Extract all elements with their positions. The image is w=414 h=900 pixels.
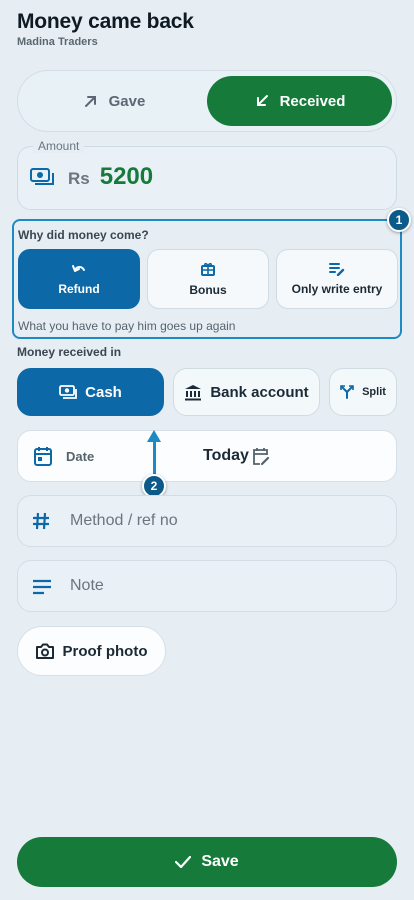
payment-mode-label: Money received in [17, 345, 122, 359]
reason-label: Why did money come? [18, 228, 149, 242]
page-title: Money came back [17, 10, 194, 33]
note-input[interactable]: Note [17, 560, 397, 612]
payment-bank-label: Bank account [210, 383, 309, 401]
payment-cash-label: Cash [85, 383, 122, 401]
direction-toggle: Gave Received [17, 70, 397, 132]
split-icon [340, 385, 354, 399]
date-field[interactable]: Date Today [17, 430, 397, 482]
arrow-down-left-icon [254, 93, 270, 109]
reason-hint: What you have to pay him goes up again [18, 319, 236, 333]
note-placeholder: Note [70, 577, 104, 594]
received-label: Received [279, 92, 346, 110]
payment-cash-button[interactable]: Cash [17, 368, 164, 416]
amount-value: 5200 [99, 163, 154, 190]
save-button[interactable]: Save [17, 837, 397, 887]
reason-bonus-button[interactable]: Bonus [147, 249, 269, 309]
notes-icon [32, 579, 52, 595]
method-ref-input[interactable]: Method / ref no [17, 495, 397, 547]
payment-bank-button[interactable]: Bank account [173, 368, 320, 416]
gave-label: Gave [108, 92, 146, 110]
camera-icon [35, 643, 54, 659]
method-ref-placeholder: Method / ref no [70, 512, 178, 529]
party-name: Madina Traders [17, 36, 98, 48]
gift-icon [200, 261, 216, 277]
received-button[interactable]: Received [207, 76, 392, 126]
reason-write-entry-label: Only write entry [291, 282, 383, 296]
reason-write-entry-button[interactable]: Only write entry [276, 249, 398, 309]
amount-legend: Amount [33, 139, 85, 153]
gave-button[interactable]: Gave [24, 76, 204, 126]
annotation-marker-1: 1 [387, 208, 411, 232]
reason-refund-button[interactable]: Refund [18, 249, 140, 309]
undo-icon [71, 262, 87, 276]
proof-photo-button[interactable]: Proof photo [17, 626, 166, 676]
arrow-up-right-icon [83, 93, 99, 109]
hash-icon [32, 512, 50, 530]
cash-icon [59, 385, 78, 399]
annotation-arrow [153, 440, 156, 476]
date-label: Date [66, 449, 95, 464]
cash-icon [30, 168, 54, 186]
bank-icon [184, 384, 202, 401]
annotation-arrow-head [147, 430, 161, 442]
payment-split-label: Split [362, 386, 386, 398]
header: Money came back Madina Traders [17, 10, 194, 48]
reason-bonus-label: Bonus [189, 283, 227, 297]
calendar-icon [34, 446, 52, 466]
edit-calendar-icon [252, 447, 270, 466]
edit-list-icon [329, 262, 345, 276]
reason-refund-label: Refund [58, 282, 100, 296]
reason-section: Why did money come? Refund Bonus Only wr… [12, 219, 402, 339]
date-value: Today [203, 447, 249, 464]
currency-label: Rs [68, 169, 90, 188]
proof-photo-label: Proof photo [62, 642, 148, 660]
payment-split-button[interactable]: Split [329, 368, 397, 416]
check-icon [175, 856, 192, 868]
amount-field[interactable]: Amount Rs 5200 [17, 139, 397, 210]
save-label: Save [201, 853, 239, 870]
